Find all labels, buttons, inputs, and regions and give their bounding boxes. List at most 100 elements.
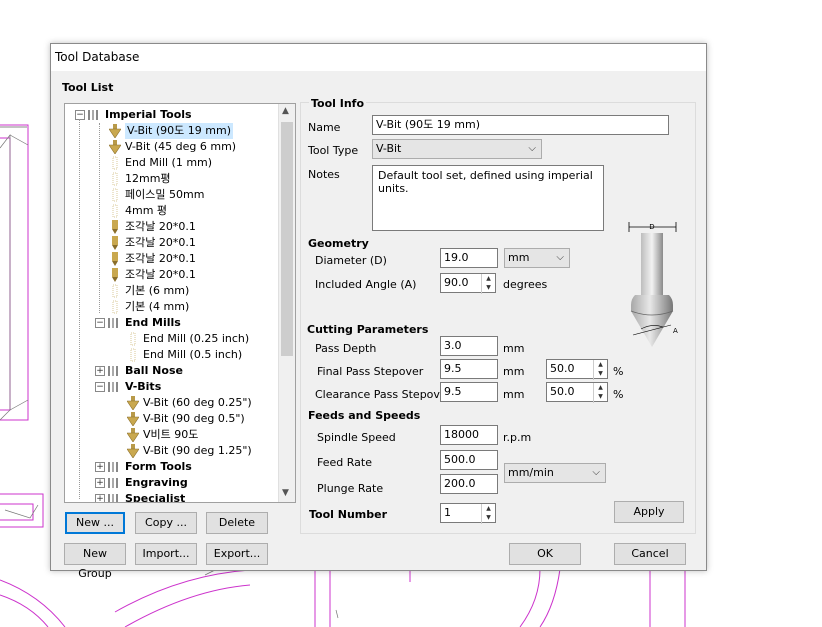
spin-down-icon[interactable]: ▼	[594, 392, 607, 401]
included-angle-value: 90.0	[444, 276, 469, 289]
tree-tool-row[interactable]: V비트 90도	[65, 427, 277, 443]
tree-tool-row[interactable]: End Mill (0.5 inch)	[65, 347, 277, 363]
clearance-pass-stepover-label: Clearance Pass Stepover	[315, 388, 452, 401]
tree-tool-row[interactable]: V-Bit (45 deg 6 mm)	[65, 139, 277, 155]
tree-item-label: Specialist	[125, 492, 186, 503]
tree-tool-row[interactable]: 페이스밀 50mm	[65, 187, 277, 203]
spindle-speed-input[interactable]: 18000	[440, 425, 498, 445]
tree-group-row[interactable]: + Specialist	[65, 491, 277, 503]
tool-database-dialog: Tool Database Tool List − Imperial Tools V…	[50, 43, 707, 580]
tree-tool-row[interactable]: 12mm평	[65, 171, 277, 187]
clearance-percent-spinner[interactable]: ▲ ▼	[593, 383, 607, 403]
new-group-button[interactable]: New Group	[64, 543, 126, 580]
title-bar: Tool Database	[51, 44, 706, 71]
tree-tool-row[interactable]: 기본 (6 mm)	[65, 283, 277, 299]
vbit-tool-icon	[109, 124, 121, 138]
tree-tool-row[interactable]: 조각날 20*0.1	[65, 219, 277, 235]
scroll-down-icon[interactable]: ▼	[282, 488, 289, 498]
tree-group-row[interactable]: + Ball Nose	[65, 363, 277, 379]
clearance-pass-percent-input[interactable]: 50.0 ▲ ▼	[546, 382, 608, 403]
tree-tool-row[interactable]: V-Bit (90도 19 mm)	[65, 123, 277, 139]
tool-group-icon	[108, 494, 118, 502]
tool-group-icon	[108, 462, 118, 472]
tree-item-label: 12mm평	[125, 172, 171, 185]
angle-spinner[interactable]: ▲ ▼	[481, 274, 495, 294]
expand-icon[interactable]: +	[95, 462, 105, 472]
cancel-button[interactable]: Cancel	[614, 543, 686, 565]
included-angle-input[interactable]: 90.0 ▲ ▼	[440, 273, 496, 294]
spin-down-icon[interactable]: ▼	[482, 513, 495, 522]
rate-unit-value: mm/min	[508, 466, 554, 479]
collapse-icon[interactable]: −	[95, 318, 105, 328]
spin-up-icon[interactable]: ▲	[594, 383, 607, 392]
tree-tool-row[interactable]: V-Bit (60 deg 0.25")	[65, 395, 277, 411]
tree-group-row[interactable]: − V-Bits	[65, 379, 277, 395]
diagram-a-label: A	[673, 327, 678, 335]
scroll-up-icon[interactable]: ▲	[282, 106, 289, 116]
tree-item-label: 페이스밀 50mm	[125, 188, 205, 201]
tree-tool-row[interactable]: 4mm 평	[65, 203, 277, 219]
new-tool-button[interactable]: New ...	[65, 512, 125, 534]
tree-scrollbar[interactable]: ▲ ▼	[278, 104, 295, 502]
collapse-icon[interactable]: −	[95, 382, 105, 392]
rate-unit-select[interactable]: mm/min ⌵	[504, 463, 606, 483]
spin-up-icon[interactable]: ▲	[594, 360, 607, 369]
tree-tool-row[interactable]: V-Bit (90 deg 0.5")	[65, 411, 277, 427]
apply-button[interactable]: Apply	[614, 501, 684, 523]
name-label: Name	[308, 121, 341, 134]
import-button[interactable]: Import...	[135, 543, 197, 565]
tree-tool-row[interactable]: 조각날 20*0.1	[65, 267, 277, 283]
name-input[interactable]: V-Bit (90도 19 mm)	[372, 115, 669, 135]
tree-tool-row[interactable]: 기본 (4 mm)	[65, 299, 277, 315]
tool-type-select[interactable]: V-Bit ⌵	[372, 139, 542, 159]
ok-button[interactable]: OK	[509, 543, 581, 565]
tree-tool-row[interactable]: V-Bit (90 deg 1.25")	[65, 443, 277, 459]
tree-item-label: Form Tools	[125, 460, 192, 473]
cutting-parameters-heading: Cutting Parameters	[307, 323, 429, 336]
spin-up-icon[interactable]: ▲	[482, 504, 495, 513]
plunge-rate-input[interactable]: 200.0	[440, 474, 498, 494]
tree-group-row[interactable]: + Form Tools	[65, 459, 277, 475]
engraving-tool-icon	[112, 236, 118, 250]
delete-tool-button[interactable]: Delete	[206, 512, 268, 534]
final-pass-stepover-input[interactable]: 9.5	[440, 359, 498, 379]
expand-icon[interactable]: +	[95, 366, 105, 376]
tool-number-input[interactable]: 1 ▲ ▼	[440, 503, 496, 524]
tool-type-label: Tool Type	[308, 144, 359, 157]
scroll-thumb[interactable]	[281, 122, 293, 356]
vbit-tool-icon	[127, 412, 139, 426]
tree-group-row[interactable]: − End Mills	[65, 315, 277, 331]
tree-tool-row[interactable]: End Mill (1 mm)	[65, 155, 277, 171]
spin-down-icon[interactable]: ▼	[482, 283, 495, 292]
tool-number-spinner[interactable]: ▲ ▼	[481, 504, 495, 524]
diameter-unit-value: mm	[508, 251, 530, 264]
collapse-icon[interactable]: −	[75, 110, 85, 120]
tree-tool-row[interactable]: End Mill (0.25 inch)	[65, 331, 277, 347]
tree-group-row[interactable]: + Engraving	[65, 475, 277, 491]
tree-group-row[interactable]: − Imperial Tools	[65, 107, 277, 123]
tree-item-label: Ball Nose	[125, 364, 183, 377]
final-pass-percent-input[interactable]: 50.0 ▲ ▼	[546, 359, 608, 380]
tool-type-value: V-Bit	[376, 142, 402, 155]
tree-tool-row[interactable]: 조각날 20*0.1	[65, 251, 277, 267]
final-percent-spinner[interactable]: ▲ ▼	[593, 360, 607, 380]
feed-rate-input[interactable]: 500.0	[440, 450, 498, 470]
diameter-input[interactable]: 19.0	[440, 248, 498, 268]
tree-item-label: 기본 (4 mm)	[125, 300, 190, 313]
tree-item-label: 조각날 20*0.1	[125, 236, 196, 249]
clearance-pass-stepover-input[interactable]: 9.5	[440, 382, 498, 402]
spin-up-icon[interactable]: ▲	[482, 274, 495, 283]
diameter-unit-select[interactable]: mm ⌵	[504, 248, 570, 268]
spin-down-icon[interactable]: ▼	[594, 369, 607, 378]
notes-textarea[interactable]: Default tool set, defined using imperial…	[372, 165, 604, 231]
end-mill-icon	[112, 188, 118, 202]
vbit-tool-icon	[127, 444, 139, 458]
export-button[interactable]: Export...	[206, 543, 268, 565]
copy-tool-button[interactable]: Copy ...	[135, 512, 197, 534]
tree-item-label: Imperial Tools	[105, 108, 192, 121]
expand-icon[interactable]: +	[95, 494, 105, 502]
pass-depth-input[interactable]: 3.0	[440, 336, 498, 356]
tree-tool-row[interactable]: 조각날 20*0.1	[65, 235, 277, 251]
expand-icon[interactable]: +	[95, 478, 105, 488]
tool-tree[interactable]: − Imperial Tools V-Bit (90도 19 mm) V-Bit (4…	[64, 103, 296, 503]
